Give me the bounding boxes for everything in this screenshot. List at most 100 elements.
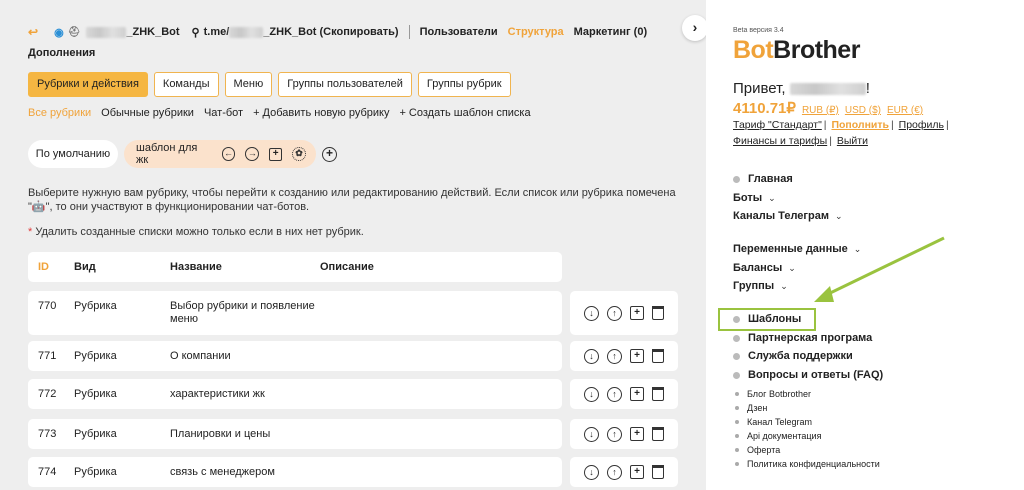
table-row[interactable]: 770 Рубрика Выбор рубрики и появление ме… xyxy=(28,291,562,335)
bullet-icon xyxy=(733,371,740,379)
subtab-chatbot[interactable]: Чат-бот xyxy=(204,107,243,119)
link-privacy[interactable]: Политика конфиденциальности xyxy=(735,459,880,469)
nav-structure[interactable]: Структура xyxy=(508,26,564,38)
back-arrow-icon[interactable]: ↩ xyxy=(28,25,38,39)
annotation-arrow-icon xyxy=(814,236,945,302)
move-down-icon[interactable]: ↓ xyxy=(584,305,599,321)
balance: 4110.71₽ RUB (₽) USD ($) EUR (€) xyxy=(733,99,923,117)
menu-channels[interactable]: Каналы Телеграм ⌄ xyxy=(733,210,843,222)
row-name[interactable]: Выбор рубрики и появление меню xyxy=(170,300,320,326)
tariff-link[interactable]: Тариф "Стандарт" xyxy=(733,119,822,131)
tab-commands[interactable]: Команды xyxy=(153,72,219,97)
bot-link-prefix[interactable]: t.me/ xyxy=(204,26,230,38)
list-default[interactable]: По умолчанию xyxy=(28,140,118,168)
row-name[interactable]: Планировки и цены xyxy=(170,419,270,449)
menu-label: Главная xyxy=(748,173,793,185)
trash-icon[interactable] xyxy=(652,349,664,363)
move-up-icon[interactable]: ↑ xyxy=(607,426,622,442)
currency-rub[interactable]: RUB (₽) xyxy=(802,105,839,116)
redacted-text xyxy=(86,26,127,38)
currency-eur[interactable]: EUR (€) xyxy=(887,105,923,116)
arrow-left-icon[interactable]: ← xyxy=(221,147,236,161)
list-template[interactable]: шаблон для жк ← → + ✿ xyxy=(124,140,316,168)
menu-bots[interactable]: Боты ⌄ xyxy=(733,192,776,204)
menu-home[interactable]: Главная xyxy=(733,173,793,185)
row-id: 774 xyxy=(38,466,57,478)
row-id: 770 xyxy=(38,300,57,312)
subtab-bar: Все рубрики Обычные рубрики Чат-бот + До… xyxy=(28,107,531,119)
row-actions: ↓ ↑ + xyxy=(570,457,678,487)
trash-icon[interactable] xyxy=(652,387,664,401)
move-up-icon[interactable]: ↑ xyxy=(607,305,622,321)
link-zen[interactable]: Дзен xyxy=(735,403,767,413)
table-row[interactable]: 772 Рубрика характеристики жк xyxy=(28,379,562,409)
move-up-icon[interactable]: ↑ xyxy=(607,386,622,402)
greeting-prefix: Привет, xyxy=(733,80,786,97)
tab-rubric-groups[interactable]: Группы рубрик xyxy=(417,72,511,97)
move-down-icon[interactable]: ↓ xyxy=(584,426,599,442)
bullet-icon xyxy=(735,448,739,452)
logout-link[interactable]: Выйти xyxy=(837,135,868,147)
row-id: 773 xyxy=(38,428,57,440)
duplicate-icon[interactable]: + xyxy=(630,427,644,441)
link-blog[interactable]: Блог Botbrother xyxy=(735,389,811,399)
move-down-icon[interactable]: ↓ xyxy=(584,464,599,480)
currency-usd[interactable]: USD ($) xyxy=(845,105,881,116)
link-label: Дзен xyxy=(747,403,768,413)
profile-link[interactable]: Профиль xyxy=(899,119,944,131)
nav-marketing[interactable]: Маркетинг (0) xyxy=(574,26,648,38)
arrow-right-icon[interactable]: → xyxy=(245,147,260,161)
header-name: Название xyxy=(170,261,222,273)
settings-icon[interactable]: ✿ xyxy=(292,147,306,161)
row-name[interactable]: связь с менеджером xyxy=(170,457,275,487)
table-row[interactable]: 773 Рубрика Планировки и цены xyxy=(28,419,562,449)
add-rubric-link[interactable]: + Добавить новую рубрику xyxy=(253,107,389,119)
trash-icon[interactable] xyxy=(652,465,664,479)
duplicate-icon[interactable]: + xyxy=(630,387,644,401)
menu-partner[interactable]: Партнерская програма xyxy=(733,332,872,344)
duplicate-icon[interactable]: + xyxy=(630,349,644,363)
row-name[interactable]: О компании xyxy=(170,341,231,371)
note-text: Удалить созданные списки можно только ес… xyxy=(32,226,364,238)
link-label: Оферта xyxy=(747,445,781,455)
menu-faq[interactable]: Вопросы и ответы (FAQ) xyxy=(733,369,883,381)
topup-link[interactable]: Пополнить xyxy=(831,119,889,131)
link-offer[interactable]: Оферта xyxy=(735,445,780,455)
bot-link-copy[interactable]: _ZHK_Bot (Скопировать) xyxy=(263,26,398,38)
trash-icon[interactable] xyxy=(652,427,664,441)
tab-menu[interactable]: Меню xyxy=(224,72,273,97)
move-down-icon[interactable]: ↓ xyxy=(584,348,599,364)
row-type: Рубрика xyxy=(74,466,117,478)
move-down-icon[interactable]: ↓ xyxy=(584,386,599,402)
duplicate-icon[interactable]: + xyxy=(630,465,644,479)
logo: BotBrother xyxy=(733,36,860,65)
link-label: Политика конфиденциальности xyxy=(747,459,880,469)
copy-icon[interactable]: + xyxy=(269,147,283,161)
duplicate-icon[interactable]: + xyxy=(630,306,644,320)
menu-support[interactable]: Служба поддержки xyxy=(733,350,853,362)
tab-rubrics-actions[interactable]: Рубрики и действия xyxy=(28,72,148,97)
link-telegram[interactable]: Канал Telegram xyxy=(735,417,812,427)
create-template-link[interactable]: + Создать шаблон списка xyxy=(399,107,530,119)
nav-users[interactable]: Пользователи xyxy=(420,26,498,38)
finance-link[interactable]: Финансы и тарифы xyxy=(733,135,827,147)
subtab-all[interactable]: Все рубрики xyxy=(28,107,91,119)
table-row[interactable]: 774 Рубрика связь с менеджером xyxy=(28,457,562,487)
link-api[interactable]: Api документация xyxy=(735,431,821,441)
table-row[interactable]: 771 Рубрика О компании xyxy=(28,341,562,371)
subtab-normal[interactable]: Обычные рубрики xyxy=(101,107,194,119)
add-list-icon[interactable]: + xyxy=(322,147,337,162)
redacted-username xyxy=(789,83,866,96)
row-actions: ↓ ↑ + xyxy=(570,291,678,335)
row-name[interactable]: характеристики жк xyxy=(170,379,265,409)
divider xyxy=(408,25,410,39)
row-type: Рубрика xyxy=(74,388,117,400)
tab-user-groups[interactable]: Группы пользователей xyxy=(278,72,412,97)
collapse-sidebar-button[interactable]: › xyxy=(682,15,708,41)
nav-addons[interactable]: Дополнения xyxy=(28,47,95,59)
move-up-icon[interactable]: ↑ xyxy=(607,464,622,480)
trash-icon[interactable] xyxy=(652,306,664,320)
bullet-icon xyxy=(733,175,740,183)
move-up-icon[interactable]: ↑ xyxy=(607,348,622,364)
header-id: ID xyxy=(38,261,49,273)
